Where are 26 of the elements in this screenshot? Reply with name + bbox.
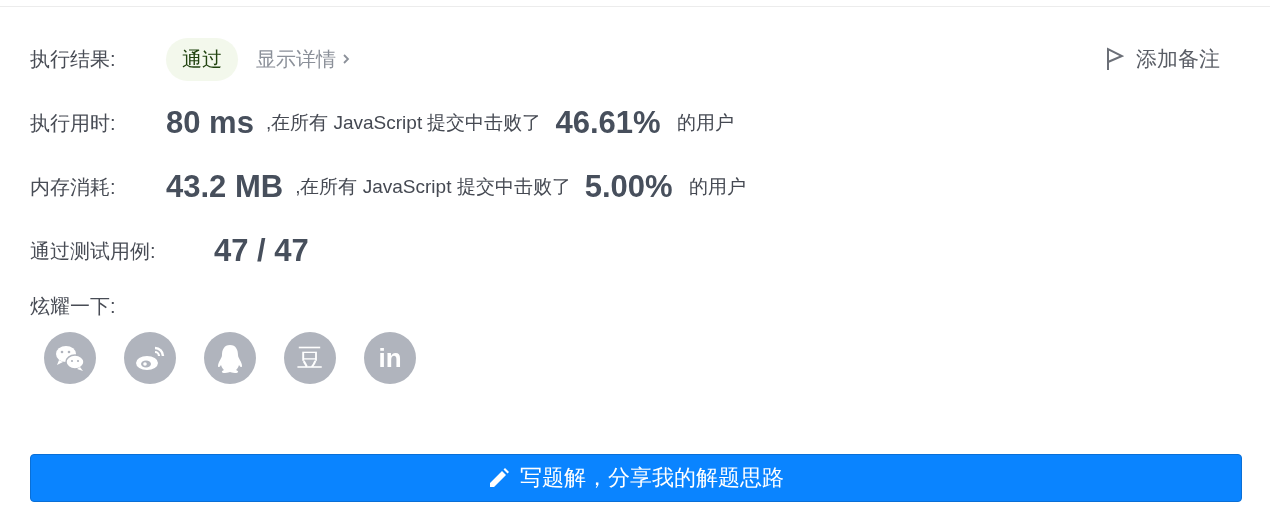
flag-icon	[1106, 47, 1124, 71]
stat-text: 的用户	[676, 111, 734, 135]
chevron-icon[interactable]	[342, 53, 350, 65]
field-label: 执行用时:	[30, 110, 117, 136]
linkedin-button[interactable]: in	[364, 332, 416, 384]
details-link[interactable]: 显示详情	[256, 45, 336, 73]
penguin-icon[interactable]	[204, 332, 256, 384]
douban-button[interactable]: 豆	[284, 332, 336, 384]
field-label: 内存消耗:	[30, 174, 117, 200]
status-badge: 通过	[166, 37, 238, 81]
percent-value: 46.61%	[555, 105, 661, 141]
add-note-button[interactable]: 添加备注	[1106, 45, 1220, 73]
wechat-icon[interactable]	[44, 332, 96, 384]
write-solution-button[interactable]: 写题解，分享我的解题思路	[30, 454, 1242, 502]
stat-text: ,在所有 JavaScript 提交中击败了	[265, 111, 542, 135]
stat-text: ,在所有 JavaScript 提交中击败了	[295, 175, 571, 199]
stat-value: 43.2 MB	[166, 169, 284, 205]
testcase-count: 47 / 47	[214, 233, 309, 269]
stat-value: 80 ms	[166, 105, 254, 141]
stat-text: 的用户	[688, 175, 746, 199]
share-label: 炫耀一下:	[30, 294, 117, 319]
weibo-icon[interactable]	[124, 332, 176, 384]
pencil-icon	[488, 467, 510, 489]
field-label: 通过测试用例:	[30, 238, 157, 264]
percent-value: 5.00%	[584, 169, 673, 205]
field-label: 执行结果:	[30, 46, 117, 72]
